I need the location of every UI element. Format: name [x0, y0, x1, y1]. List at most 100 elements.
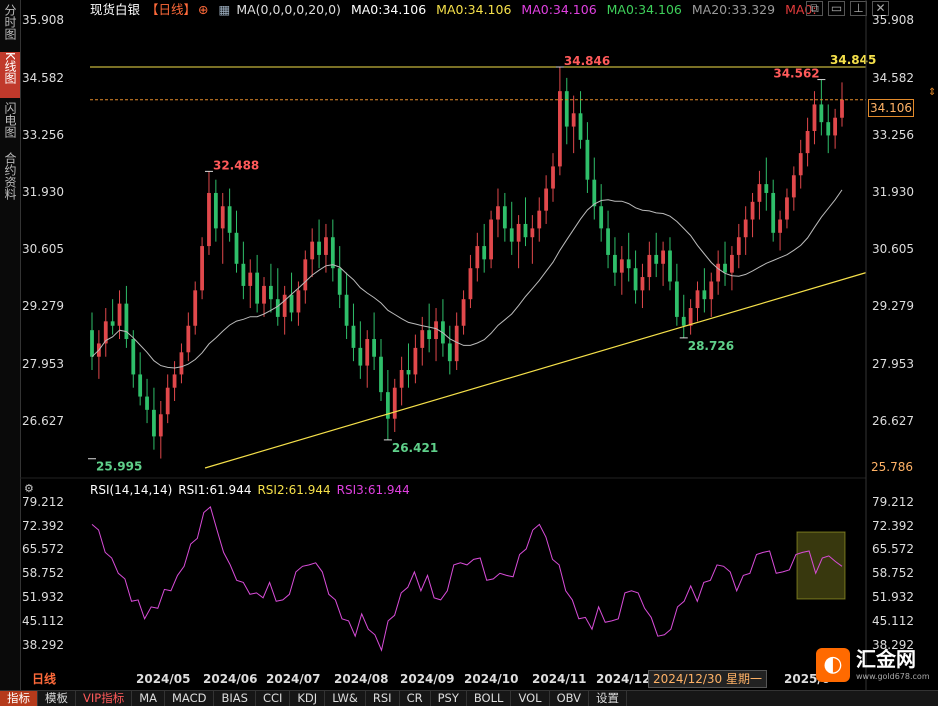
candles: [90, 67, 844, 459]
indicator-obv[interactable]: OBV: [550, 691, 590, 706]
candle: [172, 361, 177, 401]
date-tick: 2024/09: [400, 672, 455, 686]
price-tick-right: 35.908: [872, 13, 914, 27]
candle: [798, 139, 803, 189]
candle: [317, 219, 321, 269]
candle: [688, 299, 693, 335]
candle-body: [626, 259, 631, 269]
rsi-tick-left: 45.112: [22, 614, 64, 628]
indicator-lw[interactable]: LW&: [325, 691, 366, 706]
price-tick-right: 29.279: [872, 299, 914, 313]
candle-body: [330, 237, 335, 269]
price-tick-left: 34.582: [22, 71, 64, 85]
indicator-ma[interactable]: MA: [132, 691, 165, 706]
candle: [303, 250, 308, 304]
candle-body: [379, 356, 383, 393]
candle-body: [372, 339, 377, 357]
candle: [262, 277, 266, 317]
candle: [564, 77, 569, 145]
candle: [427, 303, 432, 353]
candle: [736, 223, 741, 269]
price-tick-left: 33.256: [22, 128, 64, 142]
candle: [310, 228, 315, 278]
candle-body: [798, 153, 803, 176]
candle: [557, 67, 562, 176]
candle: [489, 210, 493, 269]
rsi-tick-left: 72.392: [22, 519, 64, 533]
candle-body: [255, 272, 260, 304]
candle-body: [186, 325, 191, 353]
candle-body: [165, 387, 170, 415]
candle: [392, 378, 397, 432]
candle-body: [826, 122, 831, 136]
indicator-tab[interactable]: 指标: [0, 691, 38, 706]
indicator-macd[interactable]: MACD: [165, 691, 215, 706]
period-selector[interactable]: 日线: [32, 670, 56, 688]
gold678-logo: ◐ 汇金网 www.gold678.com: [816, 646, 934, 686]
candle-body: [723, 263, 727, 273]
candle-body: [709, 281, 714, 300]
candle-body: [262, 285, 266, 304]
candle-body: [688, 308, 693, 326]
candle-body: [633, 268, 638, 291]
indicator-vol[interactable]: VOL: [511, 691, 550, 706]
rsi-settings-icon[interactable]: ⚙: [24, 482, 34, 495]
candle-body: [234, 232, 239, 264]
template-tab[interactable]: 模板: [38, 691, 76, 706]
candle: [592, 157, 597, 220]
price-tick-right: 30.605: [872, 242, 914, 256]
price-tick-left: 26.627: [22, 414, 64, 428]
date-tick: 2024/05: [136, 672, 191, 686]
candle: [158, 400, 163, 459]
candle: [152, 387, 156, 450]
indicator-bias[interactable]: BIAS: [214, 691, 256, 706]
indicator-cr[interactable]: CR: [400, 691, 431, 706]
candle-body: [475, 246, 480, 269]
candle-body: [289, 294, 294, 313]
candle-body: [785, 197, 789, 220]
rsi-tick-right: 72.392: [872, 519, 914, 533]
candle: [750, 192, 755, 238]
vip-indicator-tab[interactable]: VIP指标: [76, 691, 133, 706]
candle: [96, 330, 101, 379]
rsi3-value: RSI3:61.944: [336, 483, 410, 497]
candle: [372, 312, 377, 371]
indicator-boll[interactable]: BOLL: [467, 691, 512, 706]
candle-body: [530, 228, 535, 238]
candle-body: [152, 409, 156, 437]
settings-tab[interactable]: 设置: [589, 691, 628, 706]
rsi-legend: RSI(14,14,14) RSI1:61.944 RSI2:61.944 RSI3:…: [90, 483, 416, 498]
candle-body: [757, 184, 762, 202]
candle: [399, 356, 404, 406]
price-tick-left: 35.908: [22, 13, 64, 27]
candle-body: [791, 175, 796, 198]
rsi-highlight-box: [796, 531, 846, 600]
candle: [124, 285, 129, 348]
candle-body: [117, 303, 122, 326]
price-tick-right: 27.953: [872, 357, 914, 371]
indicator-kdj[interactable]: KDJ: [290, 691, 326, 706]
price-tick-right: 31.930: [872, 185, 914, 199]
candle: [255, 254, 260, 313]
candle: [551, 153, 555, 202]
indicator-rsi[interactable]: RSI: [366, 691, 400, 706]
candle: [633, 250, 638, 304]
candle: [358, 321, 363, 379]
candle: [757, 170, 762, 220]
kline-chart-window: 分时图 K线图 闪电图 合约资料 现货白银 【日线】 ⊕ ▦ MA(0,0,0,0,2…: [0, 0, 938, 706]
extreme-label: 34.562: [773, 67, 819, 81]
indicator-psy[interactable]: PSY: [431, 691, 467, 706]
candle: [344, 272, 349, 340]
candle: [275, 268, 280, 326]
candle-body: [241, 263, 246, 286]
candle: [640, 263, 645, 309]
candle-body: [647, 254, 652, 278]
candle-body: [564, 91, 569, 127]
candle-body: [344, 294, 349, 326]
candle: [413, 334, 418, 384]
candle: [207, 171, 211, 255]
indicator-cci[interactable]: CCI: [256, 691, 291, 706]
candle-body: [819, 104, 824, 123]
candle-body: [227, 206, 232, 233]
rsi-tick-right: 65.572: [872, 542, 914, 556]
